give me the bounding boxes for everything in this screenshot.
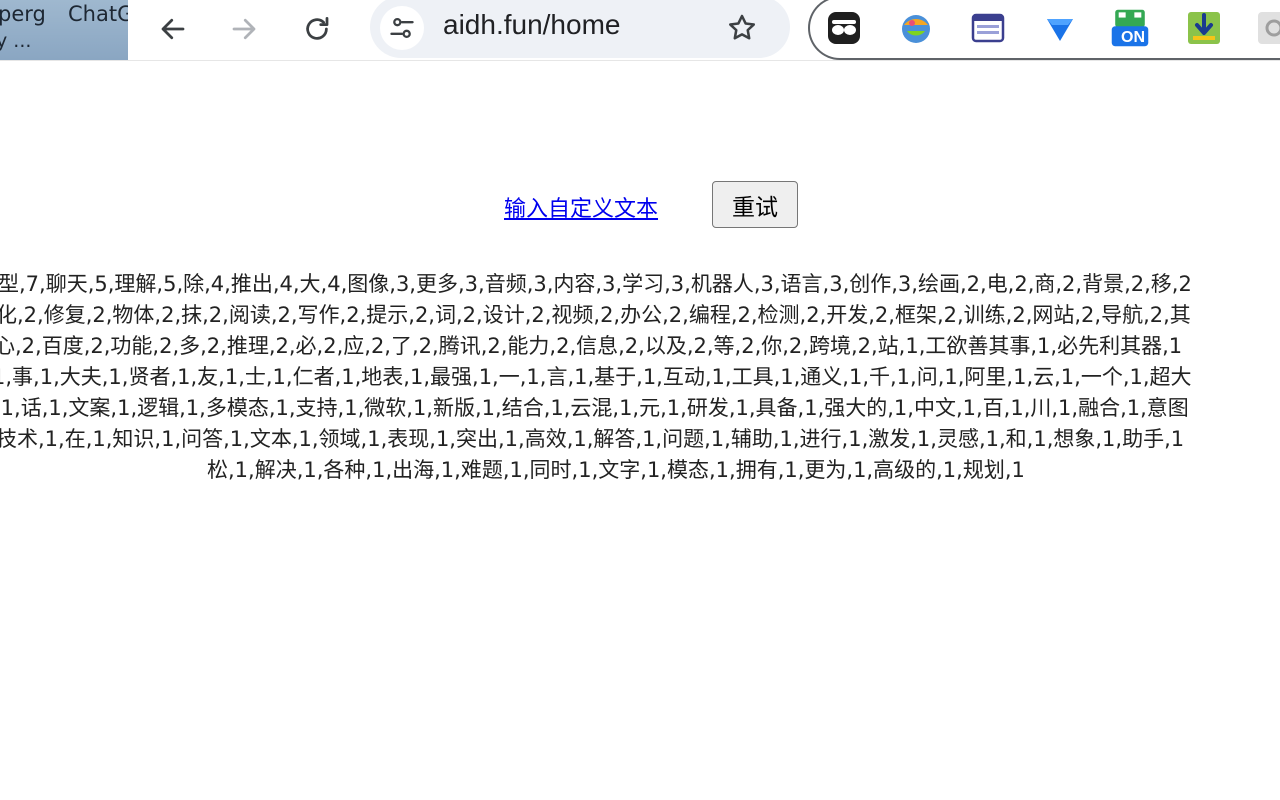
- toggle-badge-label: ON: [1121, 29, 1145, 46]
- back-button[interactable]: [150, 6, 196, 52]
- retry-button[interactable]: 重试: [712, 181, 798, 228]
- word-frequency-line: ,1,话,1,文案,1,逻辑,1,多模态,1,支持,1,微软,1,新版,1,结合…: [0, 396, 1189, 420]
- tab-preview[interactable]: perg ChatG y ...: [0, 0, 128, 60]
- custom-text-link[interactable]: 输入自定义文本: [504, 191, 658, 223]
- extension-window[interactable]: [968, 8, 1008, 48]
- word-frequency-line: 型,7,聊天,5,理解,5,除,4,推出,4,大,4,图像,3,更多,3,音频,…: [0, 272, 1192, 296]
- extension-toggle[interactable]: ON: [1110, 8, 1150, 48]
- word-frequency-line: 松,1,解决,1,各种,1,出海,1,难题,1,同时,1,文字,1,模态,1,拥…: [207, 458, 1025, 482]
- reload-button[interactable]: [294, 6, 340, 52]
- reload-icon: [306, 17, 329, 40]
- tab-preview-text-left: perg: [0, 2, 46, 26]
- tab-preview-text-line2: y ...: [0, 30, 32, 52]
- word-frequency-line: 技术,1,在,1,知识,1,问答,1,文本,1,领域,1,表现,1,突出,1,高…: [0, 427, 1185, 451]
- extensions-bar: ON: [808, 0, 1280, 60]
- download-extension-icon: [1188, 12, 1220, 44]
- forward-button[interactable]: [221, 6, 267, 52]
- extension-globe[interactable]: [896, 8, 936, 48]
- extension-mask[interactable]: [824, 8, 864, 48]
- tab-preview-text-right: ChatG: [68, 2, 128, 26]
- star-icon: [729, 14, 755, 40]
- mask-extension-icon: [828, 12, 860, 44]
- diamond-extension-icon: [1047, 19, 1073, 41]
- word-frequency-line: 化,2,修复,2,物体,2,抹,2,阅读,2,写作,2,提示,2,词,2,设计,…: [0, 303, 1191, 327]
- site-info-button[interactable]: [380, 6, 424, 50]
- site-settings-icon: [390, 17, 414, 39]
- bookmark-button[interactable]: [722, 8, 762, 48]
- back-arrow-icon: [161, 18, 185, 40]
- puzzle-extension-icon: [1258, 12, 1280, 44]
- window-extension-icon: [971, 13, 1005, 43]
- browser-toolbar: perg ChatG y ... aidh.fun/home ON: [0, 0, 1280, 61]
- word-frequency-line: 心,2,百度,2,功能,2,多,2,推理,2,必,2,应,2,了,2,腾讯,2,…: [0, 334, 1183, 358]
- forward-arrow-icon: [232, 18, 256, 40]
- address-bar[interactable]: aidh.fun/home: [370, 0, 790, 58]
- word-frequency-line: 1,事,1,大夫,1,贤者,1,友,1,士,1,仁者,1,地表,1,最强,1,一…: [0, 365, 1192, 389]
- extension-puzzle[interactable]: [1254, 8, 1280, 48]
- url-text[interactable]: aidh.fun/home: [443, 9, 620, 41]
- globe-extension-icon: [902, 15, 930, 43]
- page-content: 输入自定义文本 重试 型,7,聊天,5,理解,5,除,4,推出,4,大,4,图像…: [0, 61, 1280, 800]
- extension-download[interactable]: [1184, 8, 1224, 48]
- extension-diamond[interactable]: [1040, 8, 1080, 48]
